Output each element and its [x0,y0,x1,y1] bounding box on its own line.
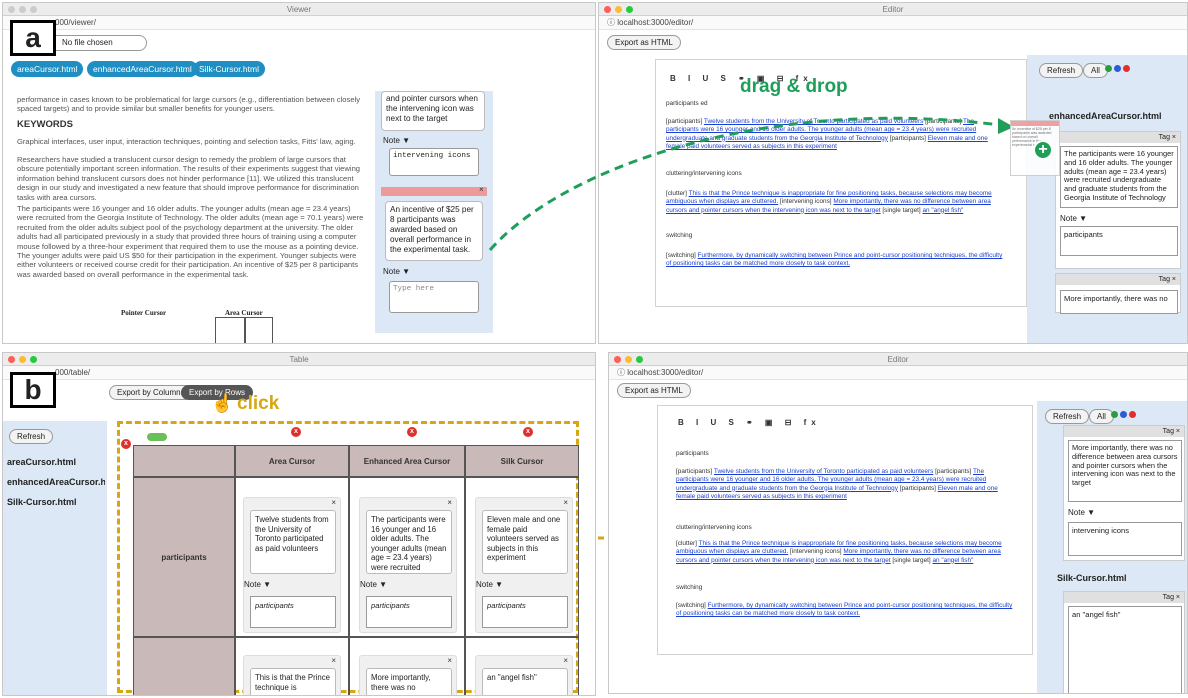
card-quote[interactable]: an "angel fish" [482,668,568,695]
tag-quote[interactable]: an "angel fish" [1068,606,1182,693]
tag-card[interactable]: Tag × More importantly, there was no dif… [1063,425,1185,561]
card-quote[interactable]: Eleven male and one female paid voluntee… [482,510,568,574]
tag-quote[interactable]: More importantly, there was no differenc… [1068,440,1182,502]
click-annotation: click [237,393,280,414]
card-quote[interactable]: More importantly, there was no [366,668,452,695]
panel-label-b: b [10,372,56,408]
drag-annotation: drag & drop [740,76,848,97]
table-window: Table 000/table/ Export by Columns Expor… [2,352,596,696]
address-bar[interactable]: 000/table/ [3,366,595,380]
tag-sidebar: Refresh All Tag × More importantly, ther… [1037,401,1187,693]
tag-card[interactable]: Tag × an "angel fish" [1063,591,1185,693]
card-quote[interactable]: This is that the Prince technique is [250,668,336,695]
note-textarea[interactable]: participants [250,596,336,628]
close-icon[interactable]: × [331,498,336,507]
file-name: Silk-Cursor.html [1057,573,1127,583]
refresh-button[interactable]: Refresh [9,429,54,444]
color-filters[interactable] [1111,411,1136,418]
tag-header[interactable]: Tag × [1064,426,1184,437]
editor-window: Editor ⓘ localhost:3000/editor/ Export a… [608,352,1188,694]
note-toggle[interactable]: Note ▼ [1068,508,1095,517]
close-icon[interactable]: × [447,498,452,507]
file-name[interactable]: Silk-Cursor.html [7,497,77,507]
file-name[interactable]: enhancedAreaCursor.html [7,477,105,487]
address-bar[interactable]: ⓘ localhost:3000/editor/ [609,366,1187,380]
note-textarea[interactable]: participants [482,596,568,628]
delete-row-icon[interactable]: x [121,439,131,449]
note-textarea[interactable]: intervening icons [1068,522,1182,556]
card-quote[interactable]: Twelve students from the University of T… [250,510,336,574]
note-toggle[interactable]: Note ▼ [476,580,503,589]
column-header[interactable]: Enhanced Area Cursor [349,445,465,477]
window-controls[interactable] [8,356,37,363]
format-toolbar[interactable]: B I U S ⚭ ▣ ⊟ fx [678,418,821,427]
cursor-hand-icon: ☝ [211,393,234,413]
table-card[interactable]: × Eleven male and one female paid volunt… [475,497,573,633]
file-name[interactable]: areaCursor.html [7,457,76,467]
table-card[interactable]: × Twelve students from the University of… [243,497,341,633]
editor-heading: cluttering/intervening icons [676,524,752,531]
delete-column-icon[interactable]: x [407,427,417,437]
editor-heading: switching [676,584,703,591]
note-toggle[interactable]: Note ▼ [360,580,387,589]
editor-titlebar: Editor [609,353,1187,366]
close-icon[interactable]: × [447,656,452,665]
card-quote[interactable]: The participants were 16 younger and 16 … [366,510,452,574]
note-textarea[interactable]: participants [366,596,452,628]
table-card[interactable]: × More importantly, there was no [359,655,457,695]
table-card[interactable]: × an "angel fish" [475,655,573,695]
table-titlebar: Table [3,353,595,366]
delete-column-icon[interactable]: x [523,427,533,437]
editor-heading: participants [676,450,709,457]
export-html-button[interactable]: Export as HTML [617,383,691,398]
blue-filter-icon [1120,411,1127,418]
row-header[interactable] [133,637,235,695]
editor-paragraph[interactable]: [clutter] This is that the Prince techni… [676,540,1016,565]
editor-paragraph[interactable]: [participants] Twelve students from the … [676,468,1016,501]
add-icon: + [1033,140,1053,160]
column-header[interactable]: Silk Cursor [465,445,579,477]
editor-paragraph[interactable]: [switching] Furthermore, by dynamically … [676,602,1016,619]
table-card[interactable]: × This is that the Prince technique is [243,655,341,695]
close-icon[interactable]: × [331,656,336,665]
red-filter-icon [1129,411,1136,418]
tag-header[interactable]: Tag × [1064,592,1184,603]
column-header[interactable]: Area Cursor [235,445,349,477]
row-header[interactable]: participants [133,477,235,637]
add-column-button[interactable] [147,433,167,441]
green-filter-icon [1111,411,1118,418]
refresh-button[interactable]: Refresh [1045,409,1090,424]
window-title: Table [289,355,309,364]
file-sidebar: Refresh areaCursor.html enhancedAreaCurs… [3,421,107,695]
close-icon[interactable]: × [563,498,568,507]
editor-pane[interactable]: B I U S ⚭ ▣ ⊟ fx participants [participa… [657,405,1033,655]
window-title: Editor [887,355,909,364]
note-toggle[interactable]: Note ▼ [244,580,271,589]
close-icon[interactable]: × [563,656,568,665]
table-card[interactable]: × The participants were 16 younger and 1… [359,497,457,633]
delete-column-icon[interactable]: x [291,427,301,437]
window-controls[interactable] [614,356,643,363]
table-corner [133,445,235,477]
